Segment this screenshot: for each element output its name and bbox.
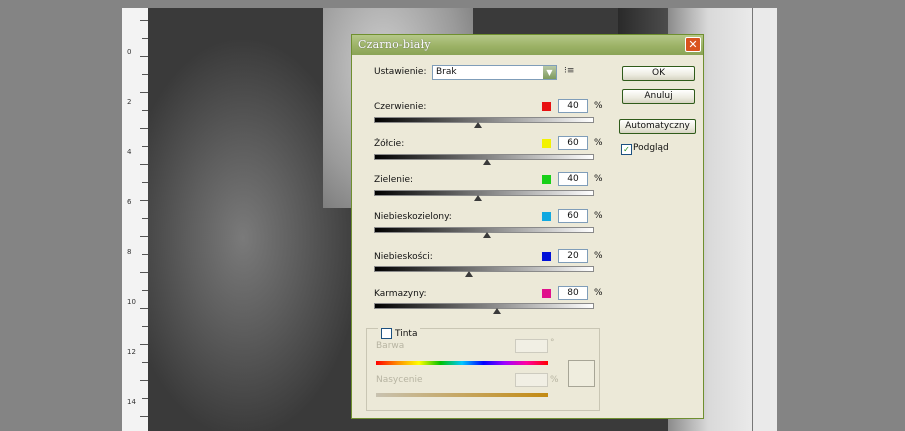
color-swatch (542, 289, 551, 298)
slider-label: Żółcie: (374, 139, 405, 149)
vertical-ruler: 0 2 4 6 8 10 12 14 (122, 8, 149, 431)
dialog-title: Czarno-biały (358, 38, 431, 51)
ruler-tick (140, 200, 148, 201)
color-swatch (542, 252, 551, 261)
tint-toggle[interactable]: Tinta (378, 323, 421, 342)
slider-label: Czerwienie: (374, 102, 427, 112)
ruler-number: 6 (127, 198, 132, 206)
tint-color-swatch[interactable] (568, 360, 595, 387)
slider-label: Niebieskości: (374, 252, 433, 262)
ruler-tick (140, 56, 148, 57)
preset-select[interactable]: Brak ▼ (432, 65, 557, 80)
slider-thumb[interactable] (465, 271, 473, 277)
hue-label: Barwa (376, 341, 405, 351)
ruler-tick (140, 20, 148, 21)
ruler-tick (140, 272, 148, 273)
value-field[interactable]: 60 (558, 136, 588, 150)
slider-track[interactable] (374, 117, 594, 123)
tint-label: Tinta (395, 328, 418, 339)
slider-track[interactable] (374, 266, 594, 272)
hue-field[interactable] (515, 339, 548, 353)
black-white-dialog: Czarno-biały ✕ Ustawienie: Brak ▼ ⁝≡ OK … (351, 34, 704, 419)
preset-menu-icon[interactable]: ⁝≡ (564, 66, 574, 76)
preview-checkbox[interactable]: ✓ (621, 144, 632, 155)
value-field[interactable]: 40 (558, 172, 588, 186)
color-swatch (542, 139, 551, 148)
percent-sign: % (594, 138, 603, 148)
chevron-down-icon[interactable]: ▼ (543, 66, 556, 79)
hue-slider-track[interactable] (376, 361, 548, 365)
ruler-tick (140, 92, 148, 93)
ruler-number: 8 (127, 248, 132, 256)
preview-label: Podgląd (633, 143, 669, 153)
ruler-number: 10 (127, 298, 136, 306)
ruler-number: 4 (127, 148, 132, 156)
percent-sign: % (594, 211, 603, 221)
percent-sign: % (594, 288, 603, 298)
ruler-number: 14 (127, 398, 136, 406)
close-icon[interactable]: ✕ (685, 37, 701, 52)
slider-label: Karmazyny: (374, 289, 427, 299)
saturation-unit: % (550, 375, 559, 385)
saturation-slider-track[interactable] (376, 393, 548, 397)
value-field[interactable]: 60 (558, 209, 588, 223)
hue-unit: ° (550, 338, 555, 348)
workspace-gutter-right (776, 0, 905, 431)
value-field[interactable]: 80 (558, 286, 588, 300)
tint-checkbox[interactable] (381, 328, 392, 339)
preset-label: Ustawienie: (374, 67, 427, 77)
preset-value: Brak (436, 67, 457, 77)
ruler-tick (140, 236, 148, 237)
color-swatch (542, 175, 551, 184)
color-swatch (542, 102, 551, 111)
slider-label: Niebieskozielony: (374, 212, 452, 222)
ruler-number: 2 (127, 98, 132, 106)
slider-track[interactable] (374, 303, 594, 309)
canvas-edge (752, 8, 777, 431)
slider-thumb[interactable] (493, 308, 501, 314)
cancel-button[interactable]: Anuluj (622, 89, 695, 104)
slider-thumb[interactable] (474, 195, 482, 201)
auto-button[interactable]: Automatyczny (619, 119, 696, 134)
value-field[interactable]: 20 (558, 249, 588, 263)
ruler-tick (140, 416, 148, 417)
color-swatch (542, 212, 551, 221)
slider-label: Zielenie: (374, 175, 414, 185)
slider-track[interactable] (374, 190, 594, 196)
ruler-tick (140, 164, 148, 165)
dialog-titlebar[interactable]: Czarno-biały ✕ (352, 35, 703, 55)
ruler-tick (140, 344, 148, 345)
slider-thumb[interactable] (483, 232, 491, 238)
percent-sign: % (594, 101, 603, 111)
ruler-number: 0 (127, 48, 132, 56)
ruler-tick (140, 308, 148, 309)
value-field[interactable]: 40 (558, 99, 588, 113)
ok-button[interactable]: OK (622, 66, 695, 81)
slider-thumb[interactable] (474, 122, 482, 128)
ruler-tick (140, 128, 148, 129)
saturation-field[interactable] (515, 373, 548, 387)
slider-thumb[interactable] (483, 159, 491, 165)
percent-sign: % (594, 174, 603, 184)
saturation-label: Nasycenie (376, 375, 423, 385)
ruler-tick (140, 380, 148, 381)
workspace-gutter-left (0, 0, 122, 431)
percent-sign: % (594, 251, 603, 261)
ruler-number: 12 (127, 348, 136, 356)
